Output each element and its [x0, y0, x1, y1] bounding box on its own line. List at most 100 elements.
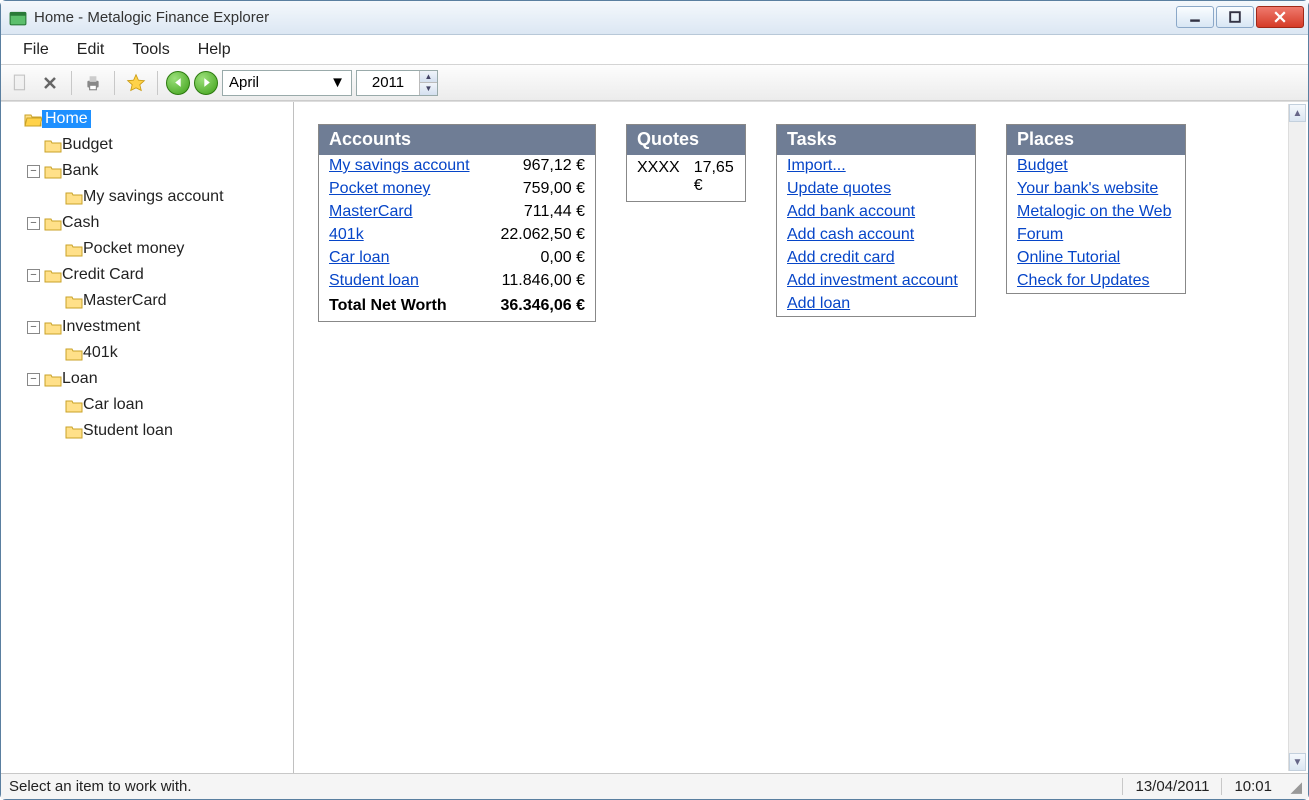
task-link-add-cc[interactable]: Add credit card — [787, 249, 895, 266]
place-link-budget[interactable]: Budget — [1017, 157, 1068, 174]
tree-label: Bank — [62, 162, 98, 180]
tree-home[interactable]: Home — [3, 106, 291, 132]
tree-mastercard[interactable]: MasterCard — [3, 288, 291, 314]
account-row: MasterCard 711,44 € — [319, 201, 595, 224]
tree-investment[interactable]: − Investment — [3, 314, 291, 340]
scroll-down-icon[interactable]: ▼ — [1289, 753, 1306, 771]
scroll-up-icon[interactable]: ▲ — [1289, 104, 1306, 122]
folder-icon — [65, 398, 83, 413]
account-row: 401k 22.062,50 € — [319, 224, 595, 247]
account-row: Pocket money759,00 € — [319, 178, 595, 201]
folder-icon — [44, 138, 62, 153]
account-value: 711,44 € — [524, 203, 585, 221]
tree-bank[interactable]: − Bank — [3, 158, 291, 184]
menu-tools[interactable]: Tools — [118, 38, 183, 62]
tree-label: 401k — [83, 344, 118, 362]
tree-401k[interactable]: 401k — [3, 340, 291, 366]
accounts-panel: Accounts My savings account967,12 € Pock… — [318, 124, 596, 322]
tree-label: Credit Card — [62, 266, 144, 284]
status-date: 13/04/2011 — [1122, 778, 1221, 795]
status-message: Select an item to work with. — [7, 778, 1122, 795]
nav-tree[interactable]: Home Budget − Bank My savings account − … — [1, 102, 294, 773]
account-value: 22.062,50 € — [500, 226, 585, 244]
tree-my-savings-account[interactable]: My savings account — [3, 184, 291, 210]
task-link-add-loan[interactable]: Add loan — [787, 295, 850, 312]
tree-car-loan[interactable]: Car loan — [3, 392, 291, 418]
collapse-icon[interactable]: − — [27, 269, 40, 282]
account-link[interactable]: Pocket money — [329, 180, 430, 198]
scrollbar-vertical[interactable]: ▲ ▼ — [1288, 104, 1306, 771]
scroll-track[interactable] — [1289, 122, 1306, 753]
place-link-web[interactable]: Metalogic on the Web — [1017, 203, 1171, 220]
folder-icon — [65, 242, 83, 257]
account-row: Car loan0,00 € — [319, 247, 595, 270]
delete-button[interactable] — [37, 70, 63, 96]
nav-back-button[interactable] — [166, 71, 190, 95]
account-link[interactable]: My savings account — [329, 157, 470, 175]
maximize-button[interactable] — [1216, 6, 1254, 28]
tasks-panel: Tasks Import... Update quotes Add bank a… — [776, 124, 976, 317]
account-link[interactable]: 401k — [329, 226, 364, 244]
menu-edit[interactable]: Edit — [63, 38, 119, 62]
collapse-icon[interactable]: − — [27, 165, 40, 178]
task-link-import[interactable]: Import... — [787, 157, 846, 174]
year-spinner[interactable]: 2011 ▲ ▼ — [356, 70, 438, 96]
menu-file[interactable]: File — [9, 38, 63, 62]
tree-label: Budget — [62, 136, 113, 154]
app-icon — [9, 9, 27, 27]
tree-label: Loan — [62, 370, 98, 388]
folder-icon — [65, 190, 83, 205]
place-link-forum[interactable]: Forum — [1017, 226, 1063, 243]
task-link-add-bank[interactable]: Add bank account — [787, 203, 915, 220]
place-link-bank[interactable]: Your bank's website — [1017, 180, 1158, 197]
year-up-button[interactable]: ▲ — [420, 71, 437, 84]
quote-row: XXXX 17,65 € — [627, 155, 745, 201]
account-row: My savings account967,12 € — [319, 155, 595, 178]
print-button[interactable] — [80, 70, 106, 96]
month-selector[interactable]: April ▼ — [222, 70, 352, 96]
expander-none — [7, 113, 20, 126]
titlebar: Home - Metalogic Finance Explorer — [1, 1, 1308, 35]
favorite-button[interactable] — [123, 70, 149, 96]
collapse-icon[interactable]: − — [27, 321, 40, 334]
tree-pocket-money[interactable]: Pocket money — [3, 236, 291, 262]
window-title: Home - Metalogic Finance Explorer — [34, 9, 1174, 26]
tree-loan[interactable]: − Loan — [3, 366, 291, 392]
minimize-button[interactable] — [1176, 6, 1214, 28]
tree-label: Cash — [62, 214, 99, 232]
tree-budget[interactable]: Budget — [3, 132, 291, 158]
month-value: April — [229, 74, 259, 91]
resize-grip-icon[interactable]: ◢ — [1284, 778, 1302, 796]
menubar: File Edit Tools Help — [1, 35, 1308, 65]
tree-cash[interactable]: − Cash — [3, 210, 291, 236]
account-link[interactable]: Student loan — [329, 272, 419, 290]
tasks-title: Tasks — [777, 125, 975, 155]
tree-label: My savings account — [83, 188, 224, 206]
account-value: 11.846,00 € — [502, 272, 585, 290]
year-down-button[interactable]: ▼ — [420, 83, 437, 95]
task-link-add-cash[interactable]: Add cash account — [787, 226, 914, 243]
statusbar: Select an item to work with. 13/04/2011 … — [1, 773, 1308, 799]
task-link-update[interactable]: Update quotes — [787, 180, 891, 197]
place-link-updates[interactable]: Check for Updates — [1017, 272, 1150, 289]
collapse-icon[interactable]: − — [27, 373, 40, 386]
account-link[interactable]: Car loan — [329, 249, 389, 267]
new-button[interactable] — [7, 70, 33, 96]
quote-symbol: XXXX — [637, 159, 680, 195]
folder-icon — [65, 346, 83, 361]
place-link-tutorial[interactable]: Online Tutorial — [1017, 249, 1120, 266]
expander-none — [27, 139, 40, 152]
account-link[interactable]: MasterCard — [329, 203, 413, 221]
task-link-add-inv[interactable]: Add investment account — [787, 272, 958, 289]
tree-credit-card[interactable]: − Credit Card — [3, 262, 291, 288]
nav-forward-button[interactable] — [194, 71, 218, 95]
menu-help[interactable]: Help — [184, 38, 245, 62]
account-total-row: Total Net Worth 36.346,06 € — [319, 293, 595, 321]
tree-student-loan[interactable]: Student loan — [3, 418, 291, 444]
folder-icon — [65, 424, 83, 439]
close-button[interactable] — [1256, 6, 1304, 28]
collapse-icon[interactable]: − — [27, 217, 40, 230]
toolbar-separator — [114, 71, 115, 95]
folder-icon — [44, 216, 62, 231]
folder-icon — [44, 320, 62, 335]
